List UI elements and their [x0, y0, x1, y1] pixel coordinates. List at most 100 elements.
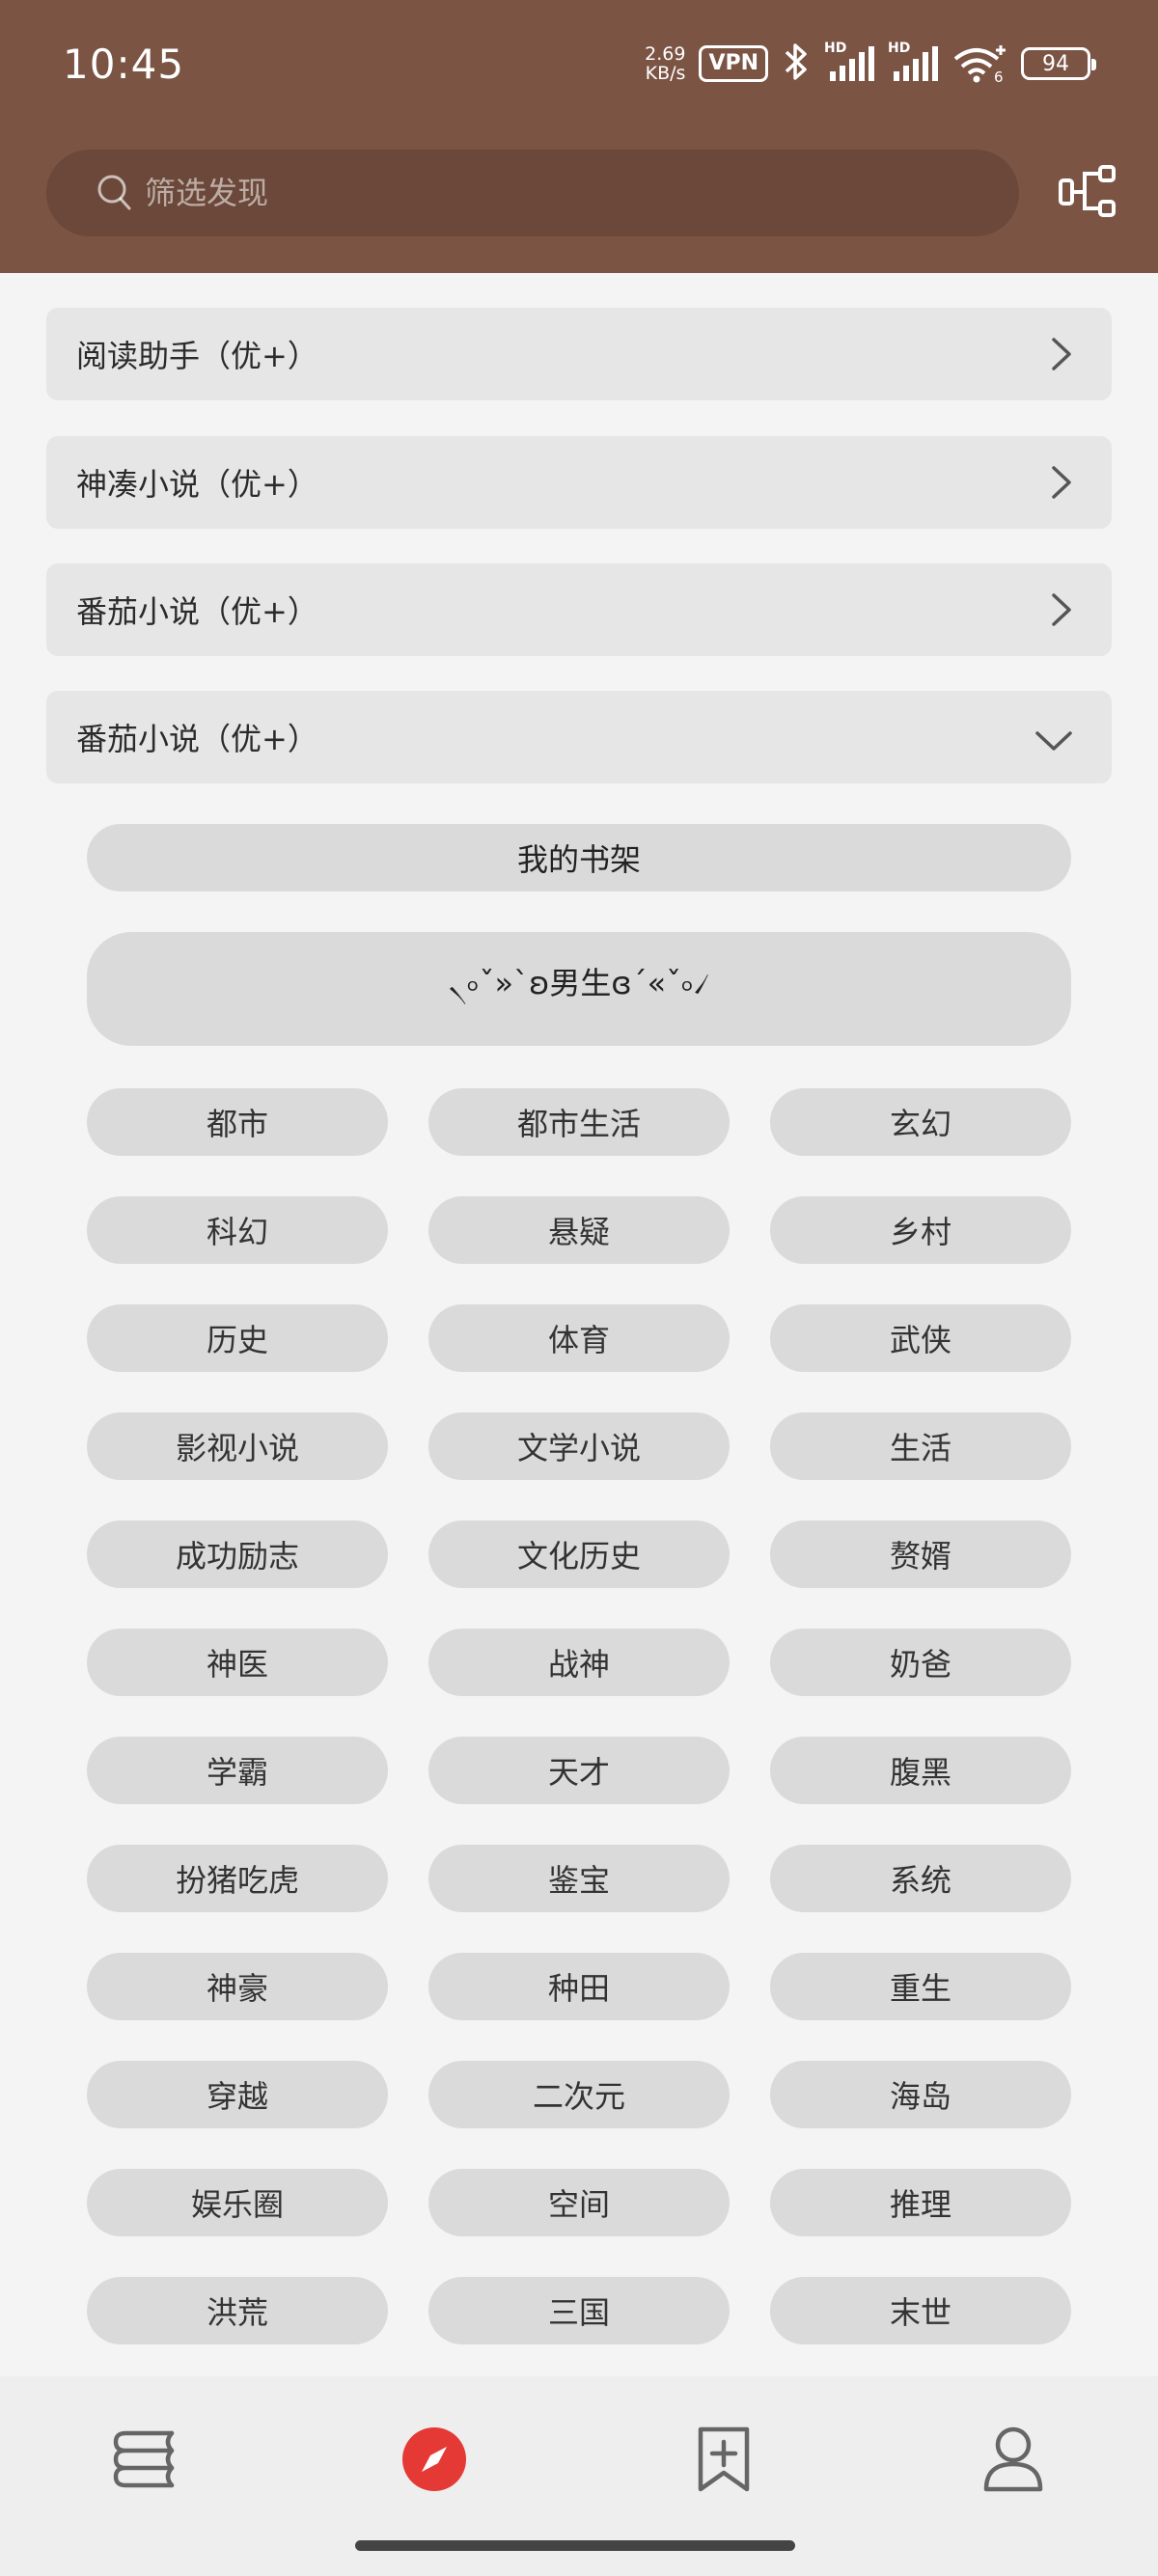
category-label: 腹黑 — [889, 1754, 951, 1791]
category-pill[interactable]: 神医 — [87, 1629, 388, 1696]
group-manage-button[interactable] — [1056, 162, 1119, 226]
category-pill[interactable]: 历史 — [87, 1304, 388, 1372]
category-label: 生活 — [889, 1430, 951, 1466]
category-pill[interactable]: 战神 — [428, 1629, 730, 1696]
category-label: 成功励志 — [175, 1538, 299, 1575]
category-pill[interactable]: 文化历史 — [428, 1521, 730, 1588]
category-pill[interactable]: 体育 — [428, 1304, 730, 1372]
category-label: 玄幻 — [889, 1106, 951, 1142]
category-label: 战神 — [547, 1646, 610, 1683]
category-pill[interactable]: 天才 — [428, 1737, 730, 1804]
category-label: 武侠 — [889, 1322, 951, 1358]
category-pill[interactable]: 洪荒 — [87, 2277, 388, 2344]
bookshelf-label: 我的书架 — [516, 841, 641, 878]
nav-subscriptions[interactable] — [685, 2423, 762, 2500]
category-pill[interactable]: 赘婿 — [770, 1521, 1071, 1588]
category-label: 都市 — [206, 1106, 268, 1142]
category-label: 末世 — [889, 2294, 951, 2331]
nav-discover[interactable] — [396, 2423, 473, 2500]
category-pill[interactable]: 武侠 — [770, 1304, 1071, 1372]
group-row-0[interactable]: 阅读助手（优+） — [46, 308, 1112, 400]
discover-list[interactable]: 阅读助手（优+） 神凑小说（优+） 番茄小说（优+） 番茄小说（优+） 我的书架… — [0, 273, 1158, 2376]
category-pill[interactable]: 文学小说 — [428, 1412, 730, 1480]
bookshelf-button[interactable]: 我的书架 — [87, 824, 1071, 891]
chevron-right-icon — [1050, 592, 1073, 635]
category-pill[interactable]: 推理 — [770, 2169, 1071, 2236]
tree-structure-icon — [1058, 164, 1117, 224]
category-label: 鉴宝 — [547, 1862, 610, 1899]
network-speed: 2.69 KB/s — [645, 44, 685, 83]
section-male-button[interactable]: ৲৹ˇ»`ʚ男生ɞ´«ˇ৹৴ — [87, 932, 1071, 1046]
category-label: 科幻 — [206, 1214, 268, 1250]
category-pill[interactable]: 腹黑 — [770, 1737, 1071, 1804]
nav-bookshelf[interactable] — [106, 2423, 183, 2500]
search-input[interactable] — [143, 174, 915, 212]
search-icon — [96, 174, 133, 216]
chevron-right-icon — [1050, 465, 1073, 507]
category-pill[interactable]: 重生 — [770, 1953, 1071, 2020]
category-pill[interactable]: 成功励志 — [87, 1521, 388, 1588]
category-label: 空间 — [547, 2186, 610, 2223]
chevron-right-icon — [1050, 337, 1073, 379]
search-bar[interactable] — [46, 150, 1019, 236]
category-pill[interactable]: 空间 — [428, 2169, 730, 2236]
category-pill[interactable]: 三国 — [428, 2277, 730, 2344]
category-pill[interactable]: 扮猪吃虎 — [87, 1845, 388, 1912]
category-label: 赘婿 — [889, 1538, 951, 1575]
category-label: 娱乐圈 — [190, 2186, 284, 2223]
bluetooth-icon — [782, 41, 811, 86]
home-indicator[interactable] — [355, 2540, 795, 2551]
bookmark-add-icon — [696, 2425, 752, 2497]
status-bar: 10:45 2.69 KB/s VPN HD HD 6 94 — [0, 0, 1158, 135]
category-pill[interactable]: 科幻 — [87, 1196, 388, 1264]
group-row-3[interactable]: 番茄小说（优+） — [46, 691, 1112, 783]
nav-profile[interactable] — [975, 2423, 1052, 2500]
category-pill[interactable]: 生活 — [770, 1412, 1071, 1480]
category-pill[interactable]: 都市生活 — [428, 1088, 730, 1156]
group-label: 番茄小说（优+） — [76, 721, 318, 757]
network-speed-value: 2.69 — [645, 43, 686, 65]
category-pill[interactable]: 乡村 — [770, 1196, 1071, 1264]
category-label: 文学小说 — [516, 1430, 641, 1466]
category-pill[interactable]: 影视小说 — [87, 1412, 388, 1480]
signal-icon-sim1: HD — [824, 41, 874, 83]
category-label: 奶爸 — [889, 1646, 951, 1683]
category-label: 二次元 — [532, 2078, 625, 2115]
category-label: 神豪 — [206, 1970, 268, 2007]
category-pill[interactable]: 二次元 — [428, 2061, 730, 2128]
category-pill[interactable]: 都市 — [87, 1088, 388, 1156]
category-label: 历史 — [206, 1322, 268, 1358]
category-pill[interactable]: 学霸 — [87, 1737, 388, 1804]
category-label: 系统 — [889, 1862, 951, 1899]
signal-icon-sim2: HD — [888, 41, 938, 83]
category-label: 重生 — [889, 1970, 951, 2007]
category-label: 悬疑 — [547, 1214, 610, 1250]
category-pill[interactable]: 穿越 — [87, 2061, 388, 2128]
compass-icon — [401, 2426, 467, 2496]
category-pill[interactable]: 娱乐圈 — [87, 2169, 388, 2236]
app-header: 10:45 2.69 KB/s VPN HD HD 6 94 筛选发现 — [0, 0, 1158, 273]
category-label: 天才 — [547, 1754, 610, 1791]
group-row-2[interactable]: 番茄小说（优+） — [46, 563, 1112, 656]
bookshelf-icon — [110, 2427, 179, 2495]
category-label: 乡村 — [889, 1214, 951, 1250]
status-time: 10:45 — [63, 41, 185, 88]
category-pill[interactable]: 神豪 — [87, 1953, 388, 2020]
group-label: 阅读助手（优+） — [76, 338, 318, 374]
category-label: 种田 — [547, 1970, 610, 2007]
category-pill[interactable]: 悬疑 — [428, 1196, 730, 1264]
category-label: 三国 — [547, 2294, 610, 2331]
category-pill[interactable]: 末世 — [770, 2277, 1071, 2344]
category-label: 神医 — [206, 1646, 268, 1683]
group-row-1[interactable]: 神凑小说（优+） — [46, 436, 1112, 529]
category-pill[interactable]: 海岛 — [770, 2061, 1071, 2128]
category-pill[interactable]: 玄幻 — [770, 1088, 1071, 1156]
category-pill[interactable]: 鉴宝 — [428, 1845, 730, 1912]
category-label: 影视小说 — [175, 1430, 299, 1466]
category-label: 海岛 — [889, 2078, 951, 2115]
category-label: 推理 — [889, 2186, 951, 2223]
category-pill[interactable]: 奶爸 — [770, 1629, 1071, 1696]
category-pill[interactable]: 种田 — [428, 1953, 730, 2020]
category-label: 学霸 — [206, 1754, 268, 1791]
category-pill[interactable]: 系统 — [770, 1845, 1071, 1912]
